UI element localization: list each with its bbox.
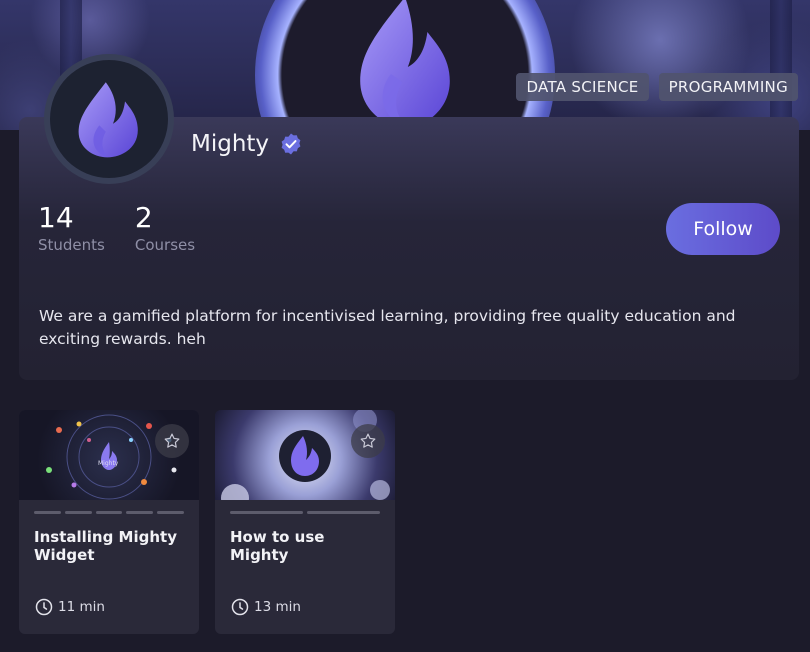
profile-header: Mighty: [191, 131, 303, 157]
stat-value: 2: [134, 201, 153, 234]
verified-badge-icon: [281, 133, 301, 155]
course-thumbnail: [215, 410, 395, 500]
course-title[interactable]: Installing Mighty Widget: [19, 514, 199, 564]
profile-bio: We are a gamified platform for incentivi…: [39, 307, 736, 348]
stat-courses: 2 Courses: [134, 201, 196, 255]
clock-icon: [231, 598, 249, 616]
stat-label: Courses: [134, 236, 196, 255]
stat-label: Students: [38, 236, 105, 255]
thumbnail-brand-text: Mighty: [98, 460, 119, 467]
stat-students: 14 Students: [38, 201, 105, 255]
course-progress-segments: [19, 500, 199, 514]
banner-flame-icon: [360, 0, 450, 128]
banner-decoration: [770, 0, 792, 130]
tag-programming[interactable]: PROGRAMMING: [658, 73, 798, 101]
course-title[interactable]: How to use Mighty: [215, 514, 395, 564]
flame-logo-icon: [78, 82, 138, 158]
duration-label: 11 min: [58, 599, 105, 615]
course-thumbnail: Mighty: [19, 410, 199, 500]
tag-data-science[interactable]: DATA SCIENCE: [516, 73, 649, 101]
profile-stats: 14 Students 2 Courses: [38, 201, 196, 255]
avatar: [44, 54, 174, 184]
course-duration: 11 min: [34, 597, 105, 617]
course-progress-segments: [215, 500, 395, 514]
clock-icon: [35, 598, 53, 616]
follow-button[interactable]: Follow: [666, 203, 780, 255]
favorite-button[interactable]: [351, 424, 385, 458]
course-duration: 13 min: [230, 597, 301, 617]
duration-label: 13 min: [254, 599, 301, 615]
favorite-button[interactable]: [155, 424, 189, 458]
star-outline-icon: [360, 433, 376, 448]
course-card[interactable]: How to use Mighty 13 min: [215, 410, 395, 634]
course-card[interactable]: Mighty Installing Mighty Widget 11 min: [19, 410, 199, 634]
profile-name: Mighty: [191, 131, 270, 157]
stat-value: 14: [38, 201, 74, 234]
star-outline-icon: [164, 433, 180, 448]
category-tags: DATA SCIENCE PROGRAMMING: [516, 73, 798, 101]
